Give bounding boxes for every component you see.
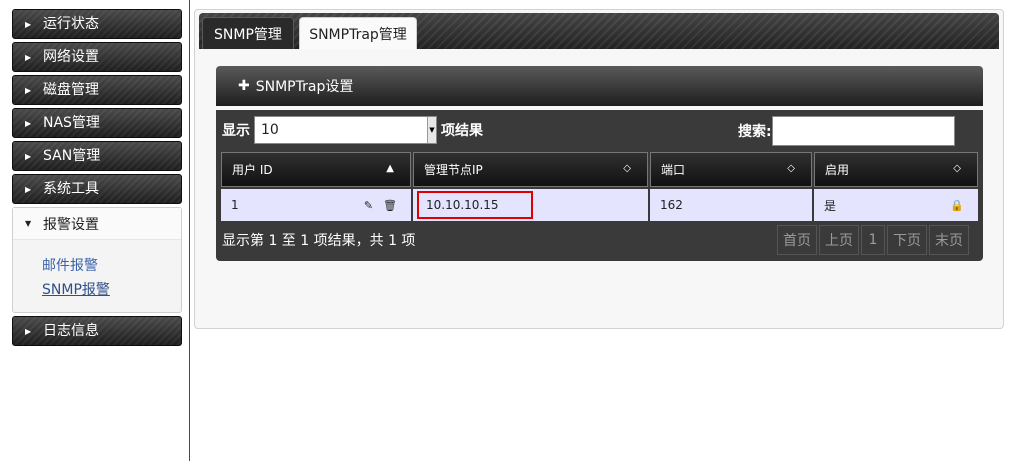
pagination: 首页 上页 1 下页 末页 (777, 225, 969, 255)
lock-icon[interactable]: 🔒 (950, 199, 964, 212)
table-row: 1 ✎ 🗑 10.10.10.15 162 是 🔒 (221, 189, 978, 221)
caret-right-icon: ▶ (25, 184, 32, 194)
sidebar-item-tools[interactable]: ▶ 系统工具 (12, 174, 182, 204)
column-header-ip[interactable]: 管理节点IP ◇ (413, 152, 648, 187)
column-header-user-id[interactable]: 用户 ID ▲ (221, 152, 411, 187)
search-label: 搜索: (738, 124, 772, 140)
sort-both-icon: ◇ (953, 163, 961, 174)
page-size-select[interactable]: 10 ▼ (254, 116, 437, 144)
pager-prev-button[interactable]: 上页 (819, 225, 859, 255)
sort-both-icon: ◇ (787, 163, 795, 174)
column-header-label: 启用 (825, 163, 850, 177)
delete-trash-icon[interactable]: 🗑 (383, 199, 397, 212)
sort-both-icon: ◇ (623, 163, 631, 174)
sidebar-item-label: 报警设置 (43, 216, 99, 233)
pager-first-button[interactable]: 首页 (777, 225, 817, 255)
sidebar-item-status[interactable]: ▶ 运行状态 (12, 9, 182, 39)
results-label: 项结果 (441, 123, 483, 139)
sidebar-group-alarm: ▼ 报警设置 邮件报警 SNMP报警 (12, 207, 182, 313)
sidebar-item-label: 日志信息 (43, 323, 99, 339)
enabled-value: 是 (824, 198, 837, 213)
ip-highlight-box: 10.10.10.15 (417, 191, 533, 219)
column-header-label: 管理节点IP (424, 163, 483, 177)
page-size-value: 10 (261, 122, 279, 138)
snmptrap-table: 用户 ID ▲ 管理节点IP ◇ 端口 ◇ 启用 ◇ 1 ✎ 🗑 10.10.1… (219, 150, 980, 223)
sidebar-item-nas[interactable]: ▶ NAS管理 (12, 108, 182, 138)
sidebar-item-label: 系统工具 (43, 181, 99, 197)
sidebar-item-network[interactable]: ▶ 网络设置 (12, 42, 182, 72)
sidebar-subitem-snmp-alarm[interactable]: SNMP报警 (42, 278, 181, 302)
sidebar-divider (189, 0, 190, 461)
sidebar-item-disk[interactable]: ▶ 磁盘管理 (12, 75, 182, 105)
sidebar-item-label: SAN管理 (43, 148, 101, 164)
box-header[interactable]: ✚ SNMPTrap设置 (216, 66, 983, 106)
cell-port: 162 (650, 189, 812, 221)
caret-down-icon: ▼ (25, 219, 32, 228)
caret-right-icon: ▶ (25, 19, 32, 29)
sort-asc-icon: ▲ (386, 163, 394, 174)
row-actions: ✎ 🗑 (364, 199, 397, 212)
cell-ip: 10.10.10.15 (413, 189, 648, 221)
table-footer: 显示第 1 至 1 项结果，共 1 项 首页 上页 1 下页 末页 (219, 223, 980, 257)
table-header-row: 用户 ID ▲ 管理节点IP ◇ 端口 ◇ 启用 ◇ (221, 152, 978, 187)
tab-snmptrap[interactable]: SNMPTrap管理 (299, 17, 417, 49)
tab-bar: SNMP管理 SNMPTrap管理 (199, 13, 999, 49)
box-title: SNMPTrap设置 (255, 79, 354, 95)
column-header-label: 用户 ID (232, 163, 273, 177)
caret-right-icon: ▶ (25, 85, 32, 95)
sidebar-item-label: 网络设置 (43, 49, 99, 65)
tab-snmp[interactable]: SNMP管理 (202, 17, 294, 49)
pager-last-button[interactable]: 末页 (929, 225, 969, 255)
sidebar-item-logs[interactable]: ▶ 日志信息 (12, 316, 182, 346)
show-label: 显示 (222, 123, 250, 139)
column-header-port[interactable]: 端口 ◇ (650, 152, 812, 187)
table-info: 显示第 1 至 1 项结果，共 1 项 (222, 233, 416, 249)
cell-enabled: 是 🔒 (814, 189, 978, 221)
search-input[interactable] (772, 116, 955, 146)
sidebar-item-label: 运行状态 (43, 16, 99, 32)
caret-right-icon: ▶ (25, 151, 32, 161)
pager-next-button[interactable]: 下页 (887, 225, 927, 255)
sidebar: ▶ 运行状态 ▶ 网络设置 ▶ 磁盘管理 ▶ NAS管理 ▶ SAN管理 ▶ 系… (12, 9, 182, 349)
plus-icon: ✚ (238, 78, 250, 94)
main-panel: SNMP管理 SNMPTrap管理 ✚ SNMPTrap设置 显示 10 ▼ 项… (194, 9, 1004, 329)
sidebar-item-label: NAS管理 (43, 115, 100, 131)
user-id-value: 1 (231, 198, 239, 212)
table-controls: 显示 10 ▼ 项结果 搜索: (219, 110, 980, 150)
table-wrapper: 显示 10 ▼ 项结果 搜索: 用户 ID ▲ 管理节点IP ◇ 端口 ◇ 启用… (216, 110, 983, 261)
column-header-label: 端口 (661, 163, 686, 177)
pager-page-1-button[interactable]: 1 (861, 225, 885, 255)
sidebar-subitem-email-alarm[interactable]: 邮件报警 (42, 254, 181, 278)
edit-pencil-icon[interactable]: ✎ (364, 199, 373, 212)
sidebar-item-alarm[interactable]: ▼ 报警设置 (13, 208, 181, 240)
sidebar-item-label: 磁盘管理 (43, 82, 99, 98)
caret-right-icon: ▶ (25, 118, 32, 128)
caret-right-icon: ▶ (25, 52, 32, 62)
dropdown-arrow-icon: ▼ (427, 117, 436, 143)
cell-user-id: 1 ✎ 🗑 (221, 189, 411, 221)
snmptrap-settings-box: ✚ SNMPTrap设置 显示 10 ▼ 项结果 搜索: 用户 ID ▲ 管理节… (216, 66, 983, 261)
column-header-enabled[interactable]: 启用 ◇ (814, 152, 978, 187)
sidebar-item-san[interactable]: ▶ SAN管理 (12, 141, 182, 171)
caret-right-icon: ▶ (25, 326, 32, 336)
sidebar-submenu: 邮件报警 SNMP报警 (13, 240, 181, 312)
